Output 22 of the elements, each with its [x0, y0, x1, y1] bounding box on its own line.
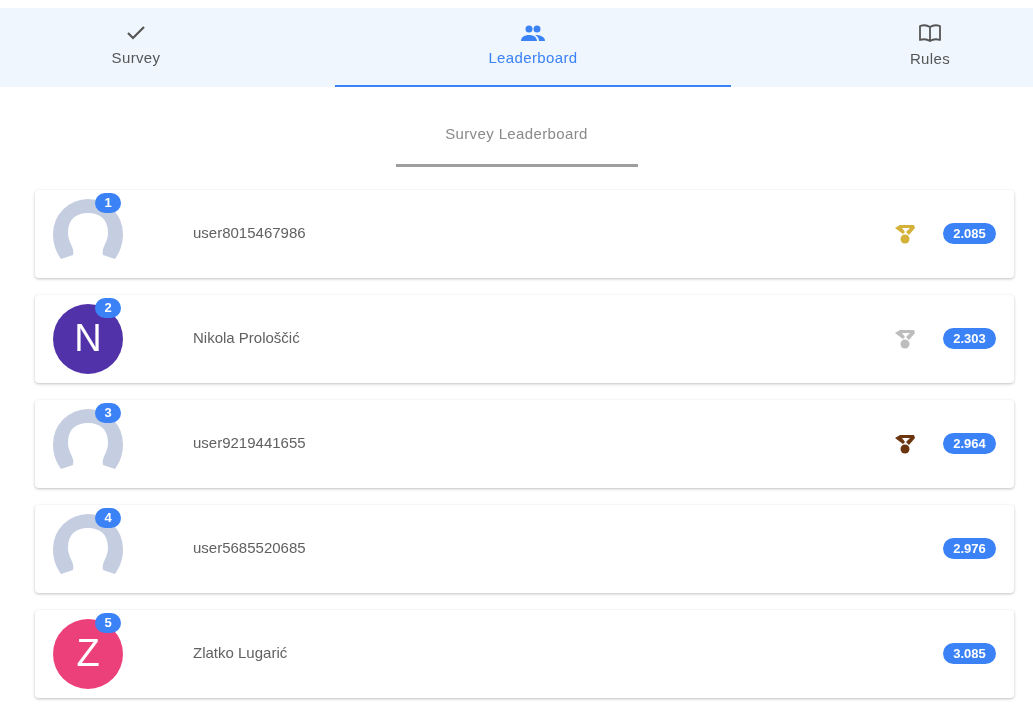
- people-icon: [521, 25, 545, 42]
- score-badge: 3.085: [943, 643, 996, 664]
- tab[interactable]: Rules: [827, 8, 1033, 87]
- user-name: Zlatko Lugarić: [193, 643, 289, 664]
- user-name: Nikola Prološčić: [193, 328, 301, 349]
- book-icon: [919, 24, 941, 43]
- rank-badge: 5: [95, 612, 121, 633]
- user-name: user5685520685: [193, 538, 307, 559]
- score-badge: 2.976: [943, 538, 996, 559]
- tab[interactable]: Survey: [0, 8, 272, 87]
- rank-badge: 2: [95, 297, 121, 318]
- user-name: user8015467986: [193, 223, 307, 244]
- rank-badge: 1: [95, 192, 121, 213]
- score-badge: 2.964: [943, 433, 996, 454]
- check-icon: [126, 25, 146, 42]
- score-badge: 2.303: [943, 328, 996, 349]
- user-name: user9219441655: [193, 433, 307, 454]
- rank-badge: 3: [95, 402, 121, 423]
- score-badge: 2.085: [943, 223, 996, 244]
- tab[interactable]: Leaderboard: [335, 8, 731, 87]
- rank-badge: 4: [95, 507, 121, 528]
- section-heading: Survey Leaderboard: [395, 123, 638, 167]
